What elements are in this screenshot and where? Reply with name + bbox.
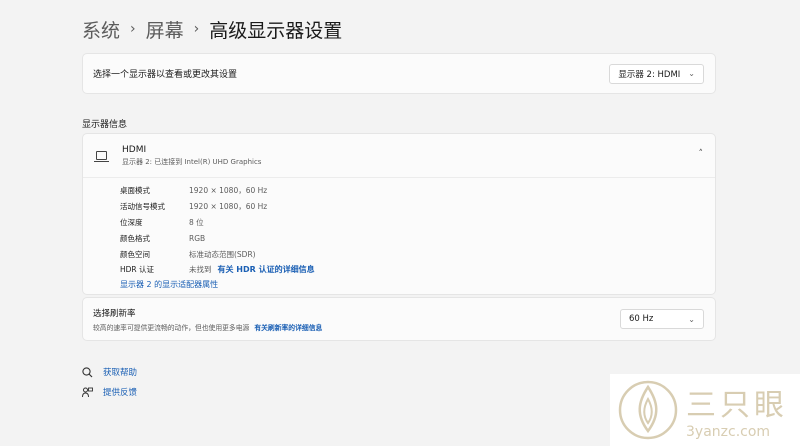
adapter-properties-link[interactable]: 显示器 2 的显示适配器属性: [120, 279, 715, 290]
info-value: 未找到: [189, 265, 212, 275]
get-help-label: 获取帮助: [103, 368, 138, 378]
info-row: 颜色空间 标准动态范围(SDR): [120, 246, 715, 262]
refresh-rate-dropdown[interactable]: 60 Hz ⌄: [620, 309, 704, 329]
info-key: 颜色格式: [120, 233, 150, 243]
display-info-header[interactable]: HDMI 显示器 2: 已连接到 Intel(R) UHD Graphics ˄: [83, 134, 715, 178]
get-help-link[interactable]: 获取帮助: [82, 362, 137, 382]
watermark-text: 三只眼: [686, 388, 788, 423]
display-name: HDMI: [122, 144, 147, 155]
info-value: 标准动态范围(SDR): [189, 249, 256, 259]
chevron-right-icon: ›: [193, 21, 200, 37]
display-select-card: 选择一个显示器以查看或更改其设置 显示器 2: HDMI ⌄: [82, 53, 716, 94]
section-title: 显示器信息: [82, 120, 128, 130]
display-subtitle: 显示器 2: 已连接到 Intel(R) UHD Graphics: [122, 157, 262, 166]
feedback-icon: [82, 387, 93, 398]
info-key: 活动信号模式: [120, 202, 165, 212]
breadcrumb: 系统 › 屏幕 › 高级显示器设置: [82, 15, 342, 43]
info-value: 8 位: [189, 217, 204, 227]
chevron-down-icon: ⌄: [688, 69, 695, 78]
info-key: HDR 认证: [120, 265, 155, 275]
info-row: HDR 认证 未找到 有关 HDR 认证的详细信息: [120, 262, 715, 278]
info-row: 活动信号模式 1920 × 1080，60 Hz: [120, 199, 715, 215]
refresh-rate-value: 60 Hz: [629, 314, 654, 324]
watermark: 三只眼 3yanzc.com: [610, 374, 800, 446]
refresh-rate-link[interactable]: 有关刷新率的详细信息: [254, 324, 322, 332]
info-row: 颜色格式 RGB: [120, 230, 715, 246]
watermark-logo-icon: [618, 380, 678, 440]
info-key: 位深度: [120, 217, 143, 227]
refresh-rate-card: 选择刷新率 较高的速率可提供更流畅的动作，但也使用更多电源 有关刷新率的详细信息 …: [82, 297, 716, 341]
hdr-info-link[interactable]: 有关 HDR 认证的详细信息: [218, 264, 315, 275]
feedback-link[interactable]: 提供反馈: [82, 382, 137, 402]
info-value: RGB: [189, 233, 206, 243]
display-select-value: 显示器 2: HDMI: [618, 69, 681, 80]
monitor-icon: [94, 151, 109, 162]
refresh-rate-desc: 较高的速率可提供更流畅的动作，但也使用更多电源: [93, 323, 250, 332]
info-value: 1920 × 1080，60 Hz: [189, 186, 268, 196]
chevron-down-icon: ⌄: [688, 314, 695, 324]
watermark-url: 3yanzc.com: [686, 424, 771, 440]
info-row: 位深度 8 位: [120, 215, 715, 231]
info-value: 1920 × 1080，60 Hz: [189, 202, 268, 212]
refresh-rate-title: 选择刷新率: [93, 308, 136, 319]
info-key: 桌面模式: [120, 186, 150, 196]
info-key: 颜色空间: [120, 249, 150, 259]
display-info-rows: 桌面模式 1920 × 1080，60 Hz 活动信号模式 1920 × 1080，…: [83, 178, 715, 290]
display-select-dropdown[interactable]: 显示器 2: HDMI ⌄: [609, 63, 704, 84]
display-info-card: HDMI 显示器 2: 已连接到 Intel(R) UHD Graphics ˄…: [82, 133, 716, 295]
page-title: 高级显示器设置: [209, 19, 343, 42]
info-row: 桌面模式 1920 × 1080，60 Hz: [120, 183, 715, 199]
breadcrumb-system[interactable]: 系统: [82, 16, 120, 43]
chevron-up-icon[interactable]: ˄: [699, 149, 704, 159]
help-links: 获取帮助 提供反馈: [82, 362, 137, 402]
display-select-label: 选择一个显示器以查看或更改其设置: [93, 70, 238, 80]
feedback-label: 提供反馈: [103, 388, 138, 398]
help-icon: [82, 366, 93, 378]
chevron-right-icon: ›: [130, 21, 136, 37]
breadcrumb-display[interactable]: 屏幕: [146, 16, 184, 43]
